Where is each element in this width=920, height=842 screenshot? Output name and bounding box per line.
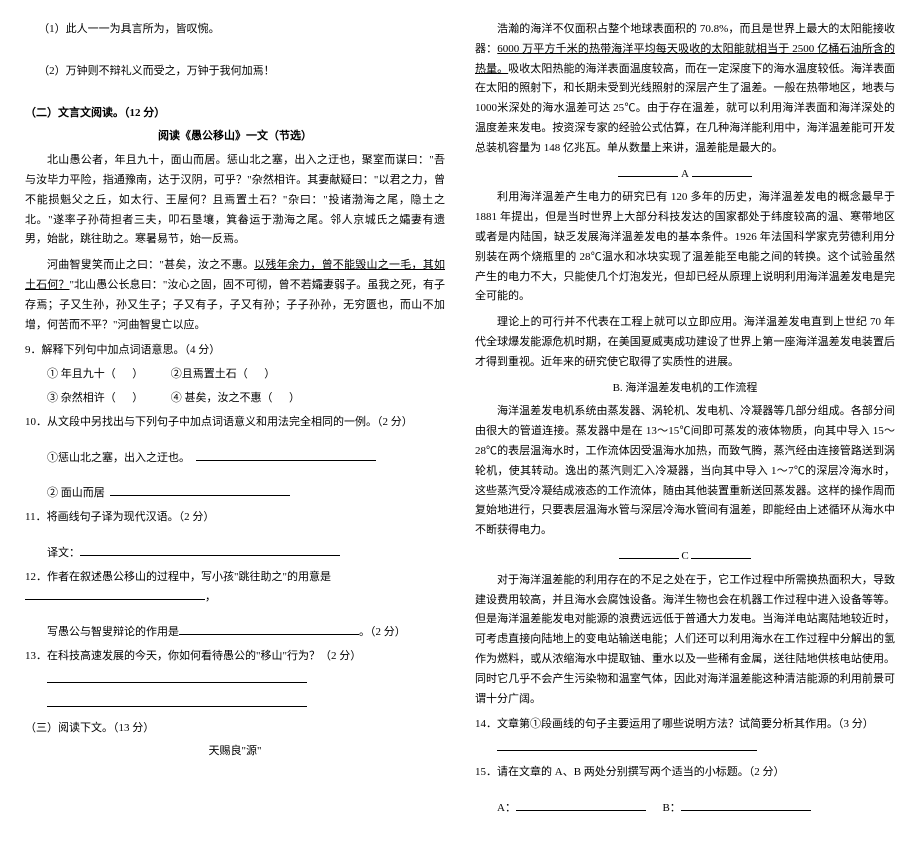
blank-input[interactable] <box>516 799 646 811</box>
r-p2: 利用海洋温差产生电力的研究已有 120 多年的历史，海洋温差发电的概念最早于18… <box>475 188 895 307</box>
letter-c: C <box>475 547 895 567</box>
blank-input[interactable] <box>47 671 307 683</box>
q9-2a: ②且焉置土石（ <box>171 368 248 380</box>
q15-ab: A： B： <box>475 799 895 819</box>
section2-subtitle: 阅读《愚公移山》一文（节选） <box>25 127 445 147</box>
q9-1b: ） <box>132 368 143 380</box>
section3-title: （三）阅读下文。（13 分） <box>25 719 445 739</box>
q10-2: ② 面山而居 <box>25 484 445 504</box>
q12b: 写愚公与智叟辩论的作用是。（2 分） <box>25 623 445 643</box>
q9-row1: ① 年且九十（ ） ②且焉置土石（ ） <box>25 365 445 385</box>
q9: 9．解释下列句中加点词语意思。（4 分） <box>25 341 445 361</box>
blank-input[interactable] <box>681 799 811 811</box>
q10-1: ①惩山北之塞，出入之迂也。 <box>25 449 445 469</box>
letter-a: A <box>475 165 895 185</box>
blank-input[interactable] <box>497 739 757 751</box>
left-column: （1）此人一一为具言所为，皆叹惋。 （2）万钟则不辩礼义而受之，万钟于我何加焉！… <box>25 20 445 822</box>
right-column: 浩瀚的海洋不仅面积占整个地球表面积的 70.8%，而且是世界上最大的太阳能接收器… <box>475 20 895 822</box>
blank-input[interactable] <box>110 484 290 496</box>
r-p1: 浩瀚的海洋不仅面积占整个地球表面积的 70.8%，而且是世界上最大的太阳能接收器… <box>475 20 895 159</box>
q13: 13．在科技高速发展的今天，你如何看待愚公的"移山"行为？（2 分） <box>25 647 445 667</box>
q9-3a: ③ 杂然相许（ <box>47 392 116 404</box>
blank-input[interactable] <box>179 623 359 635</box>
q9-4b: ） <box>289 392 300 404</box>
q9-4a: ④ 甚矣，汝之不惠（ <box>171 392 273 404</box>
blank-input[interactable] <box>80 544 340 556</box>
q11: 11．将画线句子译为现代汉语。（2 分） <box>25 508 445 528</box>
blank-input[interactable] <box>25 588 205 600</box>
blank-input[interactable] <box>196 449 376 461</box>
r-p4: 海洋温差发电机系统由蒸发器、涡轮机、发电机、冷凝器等几部分组成。各部分间由很大的… <box>475 402 895 541</box>
q1-2: （2）万钟则不辩礼义而受之，万钟于我何加焉！ <box>25 62 445 82</box>
q9-row2: ③ 杂然相许（ ） ④ 甚矣，汝之不惠（ ） <box>25 389 445 409</box>
passage-2: 河曲智叟笑而止之曰："甚矣，汝之不惠。以残年余力，曾不能毁山之一毛，其如土石何？… <box>25 256 445 335</box>
q11-answer: 译文： <box>25 544 445 564</box>
q10: 10．从文段中另找出与下列句子中加点词语意义和用法完全相同的一例。（2 分） <box>25 413 445 433</box>
r-p3: 理论上的可行并不代表在工程上就可以立即应用。海洋温差发电直到上世纪 70 年代全… <box>475 313 895 372</box>
q12: 12．作者在叙述愚公移山的过程中，写小孩"跳往助之"的用意是， <box>25 568 445 608</box>
passage-1: 北山愚公者，年且九十，面山而居。惩山北之塞，出入之迂也，聚室而谋曰："吾与汝毕力… <box>25 151 445 250</box>
section3-subtitle: 天赐良"源" <box>25 742 445 762</box>
section2-title: （二）文言文阅读。（12 分） <box>25 104 445 124</box>
q15: 15．请在文章的 A、B 两处分别撰写两个适当的小标题。（2 分） <box>475 763 895 783</box>
r-p5: 对于海洋温差能的利用存在的不足之处在于，它工作过程中所需换热面积大，导致建设费用… <box>475 571 895 710</box>
q1-1: （1）此人一一为具言所为，皆叹惋。 <box>25 20 445 40</box>
q9-2b: ） <box>264 368 275 380</box>
letter-b: B. 海洋温差发电机的工作流程 <box>475 379 895 399</box>
blank-input[interactable] <box>47 695 307 707</box>
passage-2a: 河曲智叟笑而止之曰："甚矣，汝之不惠。 <box>47 259 254 271</box>
q9-3b: ） <box>132 392 143 404</box>
q14: 14．文章第①段画线的句子主要运用了哪些说明方法？试简要分析其作用。（3 分） <box>475 715 895 735</box>
q9-1a: ① 年且九十（ <box>47 368 116 380</box>
passage-2b: "北山愚公长息曰："汝心之固，固不可彻，曾不若孀妻弱子。虽我之死，有子存焉；子又… <box>25 279 445 331</box>
